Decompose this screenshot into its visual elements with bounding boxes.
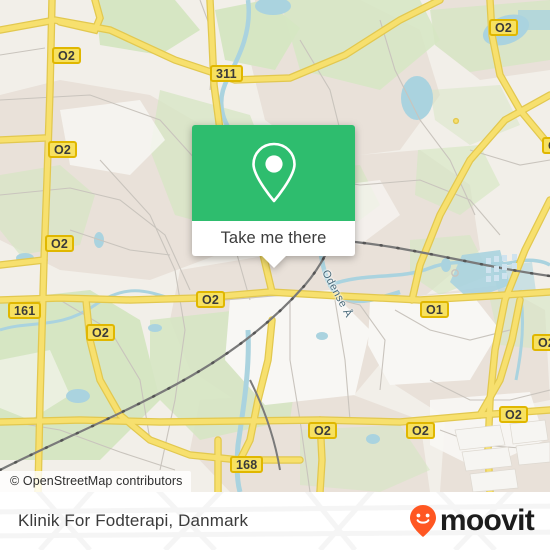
road-shield: 168 [230, 456, 264, 473]
road-shield: O2 [489, 19, 519, 36]
take-me-there-label: Take me there [220, 229, 327, 247]
road-shield: 161 [8, 302, 42, 319]
road-shield: O2 [532, 334, 550, 351]
osm-attribution[interactable]: © OpenStreetMap contributors [0, 471, 191, 492]
road-shield: O2 [86, 324, 116, 341]
place-title: Klinik For Fodterapi, Danmark [18, 511, 249, 530]
road-shield: O2 [406, 422, 436, 439]
location-pin-icon [251, 142, 296, 203]
road-shield-label: O2 [505, 408, 523, 422]
road-shield-label: O2 [538, 336, 550, 350]
road-shield-label: O2 [412, 424, 430, 438]
road-shield: O2 [52, 47, 82, 64]
road-shield-label: 311 [216, 67, 237, 81]
place-popup[interactable]: Take me there [192, 125, 355, 268]
road-shield-label: 161 [14, 304, 36, 318]
road-shield-label: O1 [426, 303, 444, 317]
road-shield-label: O2 [58, 49, 76, 63]
road-shield-label: O2 [92, 326, 110, 340]
road-shield-label: O2 [202, 293, 220, 307]
road-shield-label: O2 [495, 21, 513, 35]
road-shield-label: O2 [54, 143, 72, 157]
road-shield: O1 [420, 301, 450, 318]
road-shield-label: O2 [314, 424, 332, 438]
road-shield: 311 [210, 65, 243, 82]
road-shield: O2 [308, 422, 338, 439]
popup-pointer [260, 255, 287, 268]
road-shield: O2 [542, 137, 550, 154]
moovit-map-page: Odense Å O2311O2O2O2O2O2O1161O2O2O2O2O21… [0, 0, 550, 550]
footer-bar: Klinik For Fodterapi, Danmark moovit [0, 492, 550, 550]
popup-image-panel [192, 125, 355, 221]
road-shield-label: 168 [236, 458, 258, 472]
road-shield: O2 [196, 291, 226, 308]
moovit-logo[interactable]: moovit [408, 504, 535, 538]
moovit-wordmark: moovit [439, 504, 535, 537]
road-shield: O2 [45, 235, 75, 252]
road-shield: O2 [499, 406, 529, 423]
moovit-smiley-pin-icon [409, 505, 436, 537]
road-shield-label: O2 [51, 237, 69, 251]
take-me-there-button[interactable]: Take me there [192, 221, 355, 268]
road-shield: O2 [48, 141, 78, 158]
